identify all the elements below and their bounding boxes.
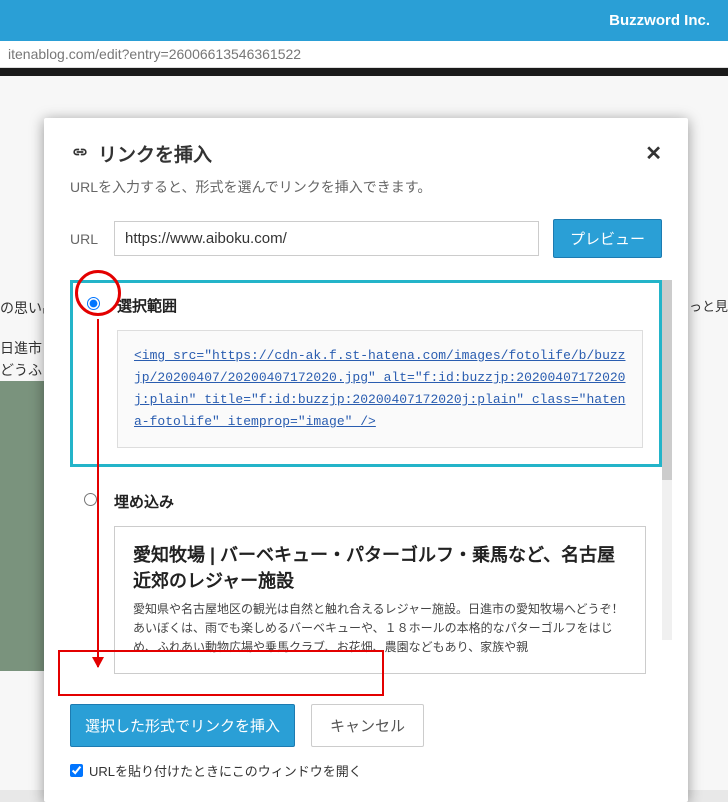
embed-description: 愛知県や名古屋地区の観光は自然と触れ合えるレジャー施設。日進市の愛知牧場へどうぞ… [133, 600, 627, 658]
options-area: 選択範囲 <img src="https://cdn-ak.f.st-haten… [70, 280, 662, 690]
checkbox-label: URLを貼り付けたときにこのウィンドウを開く [89, 761, 362, 780]
modal-title: リンクを挿入 [70, 140, 212, 167]
insert-link-modal: リンクを挿入 ✕ URLを入力すると、形式を選んでリンクを挿入できます。 URL… [44, 118, 688, 802]
close-button[interactable]: ✕ [645, 144, 662, 164]
embed-title: 愛知牧場 | バーベキュー・パターゴルフ・乗馬など、名古屋近郊のレジャー施設 [133, 543, 627, 593]
preview-button[interactable]: プレビュー [553, 219, 662, 258]
code-link[interactable]: <img src="https://cdn-ak.f.st-hatena.com… [134, 348, 625, 429]
url-text: itenablog.com/edit?entry=260066135463615… [8, 46, 301, 62]
bg-text: どうふ [0, 358, 42, 383]
brand-name: Buzzword Inc. [609, 12, 710, 29]
code-preview-box: <img src="https://cdn-ak.f.st-hatena.com… [117, 330, 643, 448]
option-selection-range[interactable]: 選択範囲 <img src="https://cdn-ak.f.st-haten… [70, 280, 662, 467]
url-label: URL [70, 231, 100, 247]
modal-footer: 選択した形式でリンクを挿入 キャンセル [70, 704, 662, 747]
modal-title-text: リンクを挿入 [98, 140, 212, 167]
url-input[interactable] [114, 221, 539, 256]
radio-embed[interactable] [84, 493, 97, 506]
cancel-button[interactable]: キャンセル [311, 704, 424, 747]
open-window-checkbox[interactable] [70, 764, 83, 777]
modal-header: リンクを挿入 ✕ [70, 140, 662, 167]
top-brand-bar: Buzzword Inc. [0, 0, 728, 41]
option-title: 埋め込み [114, 491, 646, 512]
checkbox-row: URLを貼り付けたときにこのウィンドウを開く [70, 761, 662, 780]
embed-preview-box: 愛知牧場 | バーベキュー・パターゴルフ・乗馬など、名古屋近郊のレジャー施設 愛… [114, 526, 646, 674]
link-icon [70, 143, 90, 165]
option-title: 選択範囲 [117, 295, 643, 316]
scrollbar-thumb[interactable] [662, 280, 672, 480]
scrollbar[interactable] [662, 280, 672, 640]
url-input-row: URL プレビュー [70, 219, 662, 258]
radio-selection-range[interactable] [87, 297, 100, 310]
browser-url-bar[interactable]: itenablog.com/edit?entry=260066135463615… [0, 41, 728, 68]
option-embed[interactable]: 埋め込み 愛知牧場 | バーベキュー・パターゴルフ・乗馬など、名古屋近郊のレジャ… [70, 479, 662, 690]
modal-description: URLを入力すると、形式を選んでリンクを挿入できます。 [70, 177, 662, 197]
insert-link-button[interactable]: 選択した形式でリンクを挿入 [70, 704, 295, 747]
